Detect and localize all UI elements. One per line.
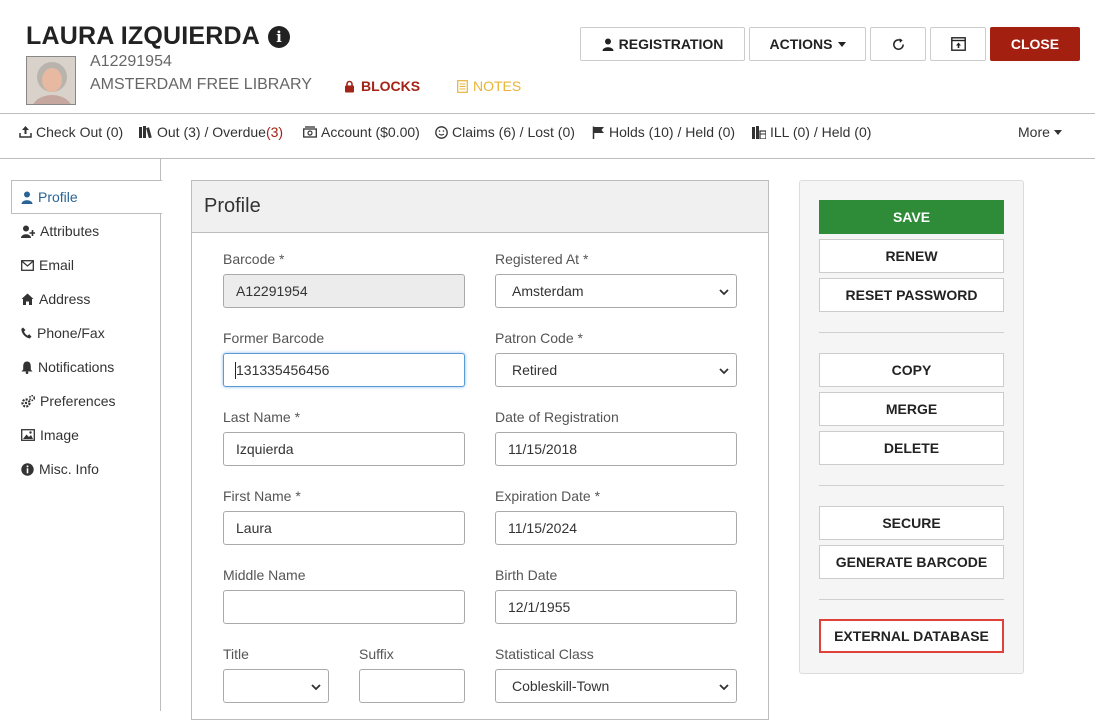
title-select[interactable] bbox=[223, 669, 329, 703]
caret-down-icon bbox=[1053, 129, 1062, 135]
sidebar-item-misc-info[interactable]: Misc. Info bbox=[21, 461, 99, 477]
bell-icon bbox=[21, 361, 33, 374]
generate-barcode-button[interactable]: GENERATE BARCODE bbox=[819, 545, 1004, 579]
former-barcode-label: Former Barcode bbox=[223, 330, 325, 346]
nav-divider bbox=[0, 158, 1095, 159]
refresh-icon bbox=[892, 37, 904, 50]
info-circle-icon bbox=[21, 462, 34, 476]
caret-down-icon bbox=[837, 41, 846, 47]
sidebar-item-preferences[interactable]: Preferences bbox=[21, 393, 115, 409]
copy-button[interactable]: COPY bbox=[819, 353, 1004, 387]
note-icon bbox=[457, 79, 468, 93]
blocks-link[interactable]: BLOCKS bbox=[344, 78, 420, 94]
patron-avatar bbox=[26, 56, 76, 105]
profile-panel-header bbox=[192, 181, 768, 233]
money-icon bbox=[303, 126, 317, 138]
books-icon bbox=[139, 126, 152, 138]
sidebar-item-email[interactable]: Email bbox=[21, 257, 74, 273]
birth-date-input[interactable]: 12/1/1955 bbox=[495, 590, 737, 624]
sidebar-item-attributes[interactable]: Attributes bbox=[21, 223, 99, 239]
date-of-registration-input[interactable]: 11/15/2018 bbox=[495, 432, 737, 466]
expiration-date-label: Expiration Date * bbox=[495, 488, 601, 504]
suffix-input[interactable] bbox=[359, 669, 465, 703]
patron-barcode: A12291954 bbox=[90, 53, 172, 70]
external-database-button[interactable]: EXTERNAL DATABASE bbox=[819, 619, 1004, 653]
actions-divider bbox=[819, 485, 1004, 486]
lock-icon bbox=[345, 80, 354, 92]
actions-dropdown-button[interactable]: ACTIONS bbox=[749, 27, 866, 61]
merge-button[interactable]: MERGE bbox=[819, 392, 1004, 426]
phone-icon bbox=[21, 327, 32, 339]
sidebar-item-address[interactable]: Address bbox=[21, 291, 90, 307]
suffix-label: Suffix bbox=[359, 646, 394, 662]
sidebar-item-phone-fax[interactable]: Phone/Fax bbox=[21, 325, 105, 341]
refresh-button[interactable] bbox=[870, 27, 926, 61]
barcode-label: Barcode * bbox=[223, 251, 285, 267]
home-icon bbox=[21, 293, 34, 305]
library-icon bbox=[752, 125, 766, 139]
statistical-class-label: Statistical Class bbox=[495, 646, 594, 662]
birth-date-label: Birth Date bbox=[495, 567, 558, 583]
last-name-input[interactable]: Izquierda bbox=[223, 432, 465, 466]
chevron-down-icon bbox=[719, 368, 729, 375]
renew-button[interactable]: RENEW bbox=[819, 239, 1004, 273]
gears-icon bbox=[21, 394, 35, 408]
delete-button[interactable]: DELETE bbox=[819, 431, 1004, 465]
reset-password-button[interactable]: RESET PASSWORD bbox=[819, 278, 1004, 312]
chevron-down-icon bbox=[719, 684, 729, 691]
registered-at-label: Registered At * bbox=[495, 251, 589, 267]
smiley-icon bbox=[435, 125, 448, 139]
sidebar-item-profile[interactable]: Profile bbox=[21, 189, 78, 205]
sidebar-item-image[interactable]: Image bbox=[21, 427, 79, 443]
title-label: Title bbox=[223, 646, 249, 662]
chevron-down-icon bbox=[311, 684, 321, 691]
actions-divider bbox=[819, 332, 1004, 333]
sidebar-top-edge bbox=[11, 158, 161, 180]
date-of-registration-label: Date of Registration bbox=[495, 409, 619, 425]
patron-code-select[interactable]: Retired bbox=[495, 353, 737, 387]
middle-name-label: Middle Name bbox=[223, 567, 306, 583]
barcode-field[interactable]: A12291954 bbox=[223, 274, 465, 308]
last-name-label: Last Name * bbox=[223, 409, 301, 425]
actions-divider bbox=[819, 599, 1004, 600]
notes-label: NOTES bbox=[473, 78, 522, 94]
expiration-date-input[interactable]: 11/15/2024 bbox=[495, 511, 737, 545]
patron-code-label: Patron Code * bbox=[495, 330, 583, 346]
patron-name: LAURA IZQUIERDA bbox=[26, 22, 261, 50]
first-name-input[interactable]: Laura bbox=[223, 511, 465, 545]
info-icon[interactable]: i bbox=[268, 26, 290, 48]
envelope-icon bbox=[21, 259, 34, 271]
middle-name-input[interactable] bbox=[223, 590, 465, 624]
statistical-class-select[interactable]: Cobleskill-Town bbox=[495, 669, 737, 703]
nav-holds-held[interactable]: Holds (10) / Held (0) bbox=[592, 124, 735, 140]
nav-account[interactable]: Account ($0.00) bbox=[303, 124, 420, 140]
close-button[interactable]: CLOSE bbox=[990, 27, 1080, 61]
sidebar-item-notifications[interactable]: Notifications bbox=[21, 359, 114, 375]
nav-out-overdue[interactable]: Out (3) / Overdue (3) bbox=[139, 124, 283, 140]
picture-icon bbox=[21, 429, 35, 441]
former-barcode-input[interactable]: 131335456456 bbox=[223, 353, 465, 387]
nav-more-dropdown[interactable]: More bbox=[1018, 124, 1062, 140]
registered-at-select[interactable]: Amsterdam bbox=[495, 274, 737, 308]
user-icon bbox=[602, 38, 614, 51]
first-name-label: First Name * bbox=[223, 488, 301, 504]
profile-panel-title: Profile bbox=[204, 195, 261, 217]
header-divider bbox=[0, 113, 1095, 114]
user-plus-icon bbox=[21, 225, 35, 238]
notes-link[interactable]: NOTES bbox=[457, 78, 521, 94]
chevron-down-icon bbox=[719, 289, 729, 296]
window-upload-icon bbox=[950, 37, 966, 51]
blocks-label: BLOCKS bbox=[361, 78, 421, 94]
flag-icon bbox=[592, 126, 604, 139]
user-icon bbox=[21, 191, 33, 204]
save-button[interactable]: SAVE bbox=[819, 200, 1004, 234]
nav-checkout[interactable]: Check Out (0) bbox=[19, 124, 123, 140]
popout-button[interactable] bbox=[930, 27, 986, 61]
secure-button[interactable]: SECURE bbox=[819, 506, 1004, 540]
patron-branch: AMSTERDAM FREE LIBRARY bbox=[90, 76, 312, 93]
registration-button[interactable]: REGISTRATION bbox=[580, 27, 745, 61]
upload-icon bbox=[19, 126, 32, 138]
nav-claims-lost[interactable]: Claims (6) / Lost (0) bbox=[435, 124, 575, 140]
nav-ill-held[interactable]: ILL (0) / Held (0) bbox=[752, 124, 871, 140]
